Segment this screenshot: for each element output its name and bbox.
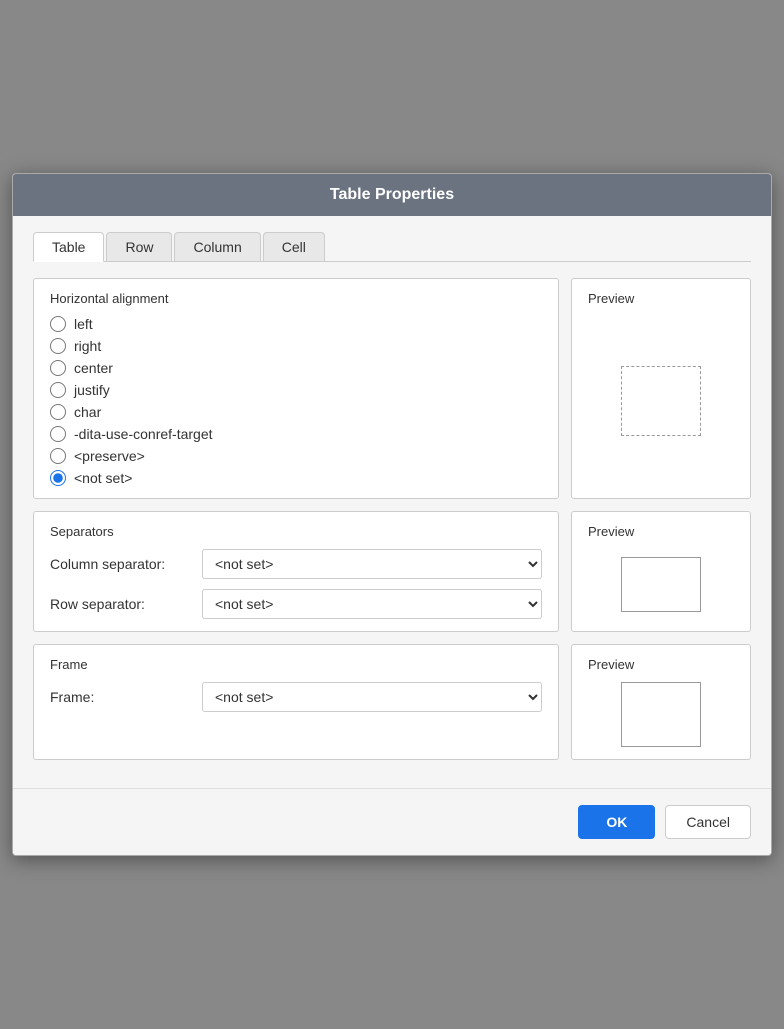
radio-input-left[interactable] (50, 316, 66, 332)
tab-column[interactable]: Column (174, 232, 260, 261)
separators-section: Separators Column separator: <not set> 0… (33, 511, 751, 632)
tab-table[interactable]: Table (33, 232, 104, 262)
frame-preview-box (621, 682, 701, 747)
frame-preview-label: Preview (588, 657, 634, 672)
row-separator-select[interactable]: <not set> 0 1 (202, 589, 542, 619)
radio-input-center[interactable] (50, 360, 66, 376)
column-separator-select[interactable]: <not set> 0 1 (202, 549, 542, 579)
separators-main: Separators Column separator: <not set> 0… (33, 511, 559, 632)
radio-label-center: center (74, 360, 113, 376)
separators-title: Separators (50, 524, 542, 539)
radio-input-preserve[interactable] (50, 448, 66, 464)
table-properties-dialog: Table Properties Table Row Column Cell H… (12, 173, 772, 856)
radio-char[interactable]: char (50, 404, 542, 420)
tab-bar: Table Row Column Cell (33, 232, 751, 262)
radio-input-dita[interactable] (50, 426, 66, 442)
radio-label-char: char (74, 404, 101, 420)
horizontal-alignment-radio-group: left right center justify (50, 316, 542, 486)
column-separator-row: Column separator: <not set> 0 1 (50, 549, 542, 579)
sep-preview-box (621, 557, 701, 612)
frame-select[interactable]: <not set> all bottom none sides top topb… (202, 682, 542, 712)
horizontal-alignment-section: Horizontal alignment left right center (33, 278, 751, 499)
radio-right[interactable]: right (50, 338, 542, 354)
radio-label-preserve: <preserve> (74, 448, 145, 464)
horizontal-alignment-main: Horizontal alignment left right center (33, 278, 559, 499)
dialog-header: Table Properties (13, 174, 771, 216)
radio-justify[interactable]: justify (50, 382, 542, 398)
ha-preview-label: Preview (588, 291, 634, 306)
horizontal-alignment-preview: Preview (571, 278, 751, 499)
radio-input-justify[interactable] (50, 382, 66, 398)
radio-preserve[interactable]: <preserve> (50, 448, 542, 464)
dialog-footer: OK Cancel (13, 788, 771, 855)
cancel-button[interactable]: Cancel (665, 805, 751, 839)
sep-preview-label: Preview (588, 524, 634, 539)
tab-row[interactable]: Row (106, 232, 172, 261)
frame-title: Frame (50, 657, 542, 672)
frame-preview: Preview (571, 644, 751, 760)
radio-label-not-set: <not set> (74, 470, 132, 486)
radio-input-right[interactable] (50, 338, 66, 354)
radio-input-char[interactable] (50, 404, 66, 420)
frame-preview-container (588, 682, 734, 747)
sep-preview-container (588, 549, 734, 619)
frame-main: Frame Frame: <not set> all bottom none s… (33, 644, 559, 760)
radio-input-not-set[interactable] (50, 470, 66, 486)
row-separator-label: Row separator: (50, 596, 190, 612)
frame-label: Frame: (50, 689, 190, 705)
dialog-body: Table Row Column Cell Horizontal alignme… (13, 216, 771, 788)
radio-left[interactable]: left (50, 316, 542, 332)
tab-cell[interactable]: Cell (263, 232, 325, 261)
row-separator-row: Row separator: <not set> 0 1 (50, 589, 542, 619)
radio-center[interactable]: center (50, 360, 542, 376)
ha-preview-container (588, 316, 734, 486)
column-separator-label: Column separator: (50, 556, 190, 572)
frame-section: Frame Frame: <not set> all bottom none s… (33, 644, 751, 760)
radio-not-set[interactable]: <not set> (50, 470, 542, 486)
ok-button[interactable]: OK (578, 805, 655, 839)
radio-label-dita: -dita-use-conref-target (74, 426, 213, 442)
frame-row: Frame: <not set> all bottom none sides t… (50, 682, 542, 712)
separators-preview: Preview (571, 511, 751, 632)
radio-label-left: left (74, 316, 93, 332)
horizontal-alignment-title: Horizontal alignment (50, 291, 542, 306)
ha-preview-box (621, 366, 701, 436)
dialog-title: Table Properties (330, 186, 454, 203)
radio-label-right: right (74, 338, 101, 354)
radio-dita-use-conref-target[interactable]: -dita-use-conref-target (50, 426, 542, 442)
radio-label-justify: justify (74, 382, 110, 398)
